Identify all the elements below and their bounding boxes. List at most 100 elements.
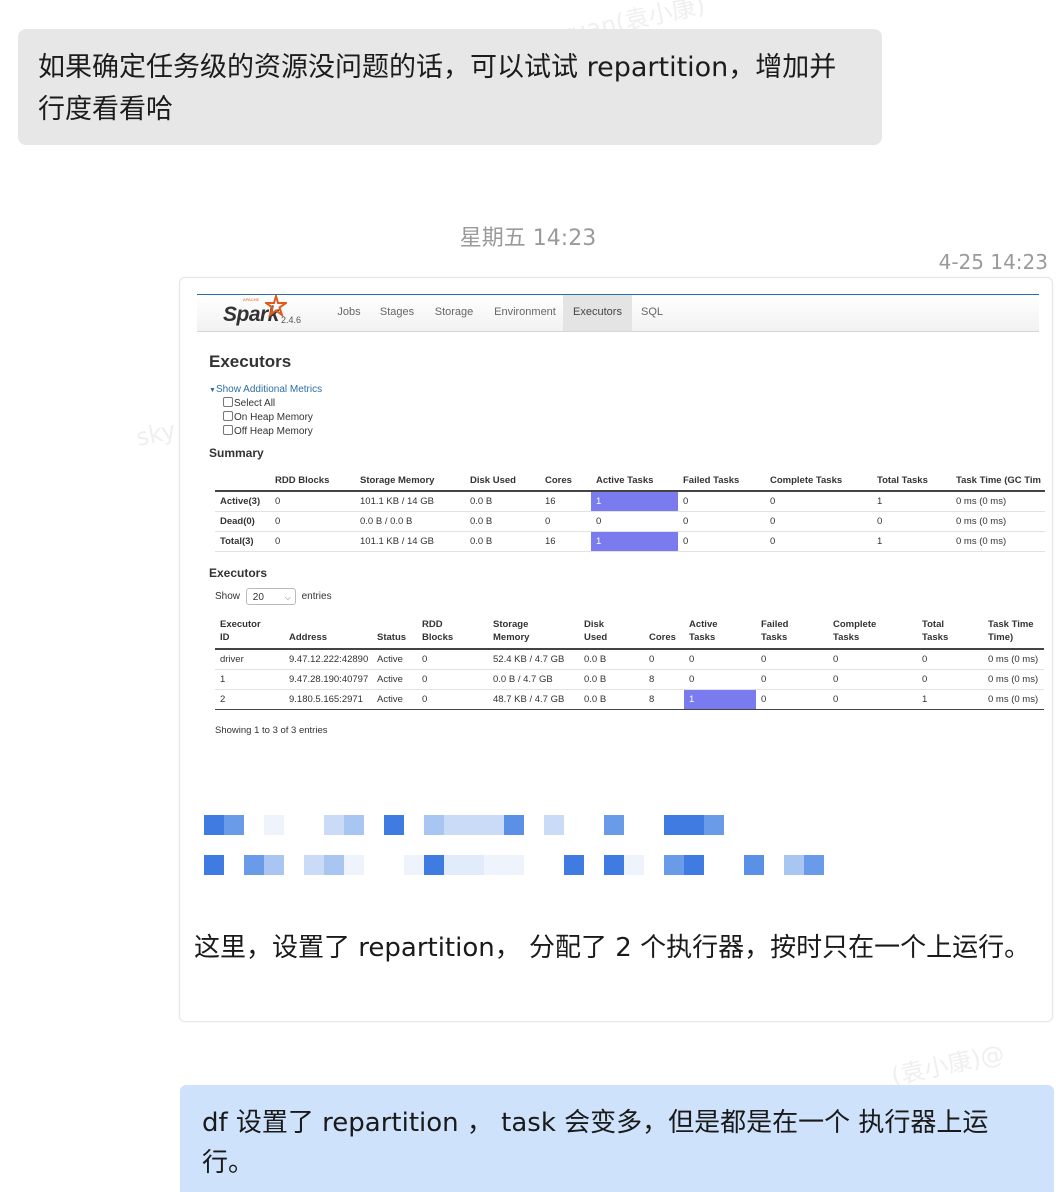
header-line: Tasks (922, 632, 949, 643)
executors-header[interactable]: Executor ID (215, 618, 284, 649)
row-label: Dead(0) (220, 515, 255, 527)
pixelated-redaction (180, 788, 1052, 888)
header-line: Complete (833, 619, 877, 630)
executors-header[interactable]: Failed Tasks (756, 618, 828, 649)
table-cell: Active (377, 693, 403, 705)
summary-header[interactable]: Storage Memory (355, 475, 465, 491)
summary-header[interactable]: Cores (540, 475, 591, 491)
table-cell: 0 (770, 535, 776, 547)
table-cell: 0 (833, 693, 839, 705)
tab-stages[interactable]: Stages (373, 295, 421, 331)
table-cell: 0.0 B (584, 673, 607, 685)
executors-header[interactable]: Task Time Time) (983, 618, 1044, 649)
header-line: Status (377, 632, 407, 643)
header-line: Total (922, 619, 944, 630)
table-cell: 0 ms (0 ms) (956, 495, 1007, 507)
table-cell: 0 (545, 515, 551, 527)
header-line: Disk (584, 619, 605, 630)
table-cell: Active (377, 653, 403, 665)
checkbox-select-all[interactable]: Select All (223, 397, 276, 409)
executors-header[interactable]: Storage Memory (488, 618, 579, 649)
triangle-down-icon: ▼ (209, 387, 216, 394)
checkbox-icon[interactable] (223, 411, 233, 422)
table-row: Dead(0) 0 0.0 B / 0.0 B 0.0 B 0 0 0 0 0 … (215, 511, 1045, 531)
summary-header[interactable]: Disk Used (465, 475, 540, 491)
checkbox-label: Select All (234, 398, 276, 409)
executors-header[interactable]: Active Tasks (684, 618, 756, 649)
table-cell: 101.1 KB / 14 GB (360, 495, 434, 507)
table-row: Total(3) 0 101.1 KB / 14 GB 0.0 B 16 1 0… (215, 531, 1045, 551)
table-cell: 0 (761, 653, 767, 665)
summary-header[interactable]: Failed Tasks (678, 475, 765, 491)
header-line: Cores (649, 632, 676, 643)
table-cell: 0 (275, 515, 281, 527)
table-row: driver 9.47.12.222:42890 Active 0 52.4 K… (215, 649, 1044, 669)
entries-select[interactable]: 20 ⌵ (245, 588, 296, 605)
tab-storage[interactable]: Storage (425, 295, 483, 331)
summary-header[interactable]: Total Tasks (872, 475, 951, 491)
row-label: Total(3) (220, 535, 254, 547)
shared-card[interactable]: APACHE Spark 2.4.6 Jobs Stages Storage E… (179, 277, 1053, 1022)
apache-mark: APACHE (243, 297, 260, 302)
table-cell: 9.47.12.222:42890 (289, 653, 369, 665)
table-cell: 0 ms (0 ms) (988, 673, 1039, 685)
checkbox-on-heap-memory[interactable]: On Heap Memory (223, 411, 313, 423)
header-line: ID (220, 632, 230, 643)
table-cell: 0 (761, 693, 767, 705)
checkbox-icon[interactable] (223, 425, 233, 436)
summary-header[interactable]: Active Tasks (591, 475, 678, 491)
header-line: Address (289, 632, 328, 643)
tab-executors[interactable]: Executors (563, 295, 632, 331)
table-cell: 0 ms (0 ms) (988, 653, 1039, 665)
row-label: Active(3) (220, 495, 261, 507)
card-caption: 这里，设置了 repartition， 分配了 2 个执行器，按时只在一个上运行… (194, 933, 1031, 963)
entries-select-value: 20 (252, 592, 264, 603)
table-cell: 0 (683, 535, 689, 547)
executors-header[interactable]: Address (284, 618, 372, 649)
header-line: Storage (493, 619, 529, 630)
header-line: Tasks (761, 632, 788, 643)
entries-label: entries (301, 591, 332, 603)
message-bubble-top: 如果确定任务级的资源没问题的话，可以试试 repartition，增加并行度看看… (18, 29, 882, 145)
table-cell: 0 (422, 673, 428, 685)
table-cell: driver (220, 653, 244, 665)
table-cell: 0 (275, 495, 281, 507)
table-cell: 0.0 B (470, 535, 493, 547)
summary-header[interactable]: Complete Tasks (765, 475, 872, 491)
table-row: 1 9.47.28.190:40797 Active 0 0.0 B / 4.7… (215, 669, 1044, 689)
table-cell: 1 (877, 495, 883, 507)
tab-environment[interactable]: Environment (487, 295, 563, 331)
tab-jobs[interactable]: Jobs (328, 295, 370, 331)
executors-header[interactable]: Disk Used (579, 618, 644, 649)
table-cell: 0 ms (0 ms) (988, 693, 1039, 705)
summary-header[interactable]: Task Time (GC Tim (951, 475, 1045, 491)
header-line: Task Time (988, 619, 1034, 630)
executors-header[interactable]: Complete Tasks (828, 618, 917, 649)
message-text: 如果确定任务级的资源没问题的话，可以试试 repartition，增加并行度看看… (38, 52, 837, 125)
active-tasks-bar-cell: 1 (591, 531, 678, 551)
show-additional-metrics-link[interactable]: ▼Show Additional Metrics (209, 384, 322, 395)
executors-header[interactable]: Cores (644, 618, 684, 649)
header-line: Time) (988, 632, 1014, 643)
tab-sql[interactable]: SQL (635, 295, 669, 331)
table-cell: 8 (649, 693, 655, 705)
checkbox-off-heap-memory[interactable]: Off Heap Memory (223, 425, 313, 437)
table-cell: 0 (689, 653, 695, 665)
table-cell: 0 (877, 515, 883, 527)
table-cell: 0 ms (0 ms) (956, 515, 1007, 527)
executors-header[interactable]: RDD Blocks (417, 618, 488, 649)
checkbox-label: Off Heap Memory (234, 426, 313, 437)
message-text: df 设置了 repartition ， task 会变多，但是都是在一个 执行… (202, 1108, 989, 1178)
summary-header[interactable]: RDD Blocks (270, 475, 355, 491)
table-cell: 0 (833, 673, 839, 685)
spark-version: 2.4.6 (281, 315, 302, 325)
table-cell: 16 (545, 535, 556, 547)
table-cell: 1 (220, 673, 226, 685)
spark-navbar: APACHE Spark 2.4.6 Jobs Stages Storage E… (197, 294, 1039, 332)
executors-header[interactable]: Status (372, 618, 417, 649)
metrics-link-label: Show Additional Metrics (215, 384, 323, 395)
header-line: Tasks (689, 632, 716, 643)
checkbox-icon[interactable] (223, 397, 233, 408)
executors-header[interactable]: Total Tasks (917, 618, 983, 649)
table-cell: 8 (649, 673, 655, 685)
